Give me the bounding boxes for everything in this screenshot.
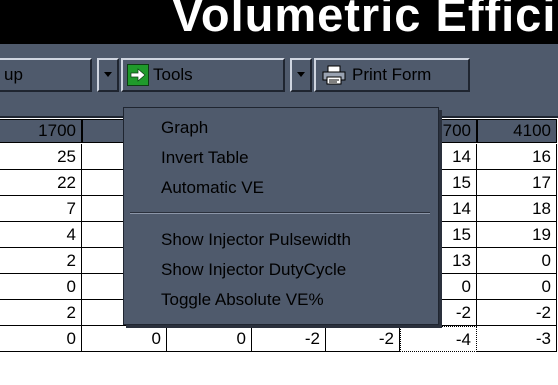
menu-item-invert-table[interactable]: Invert Table <box>161 148 249 168</box>
setup-button[interactable]: up <box>0 58 92 92</box>
table-cell[interactable]: -3 <box>477 326 557 352</box>
print-form-button-label: Print Form <box>352 65 432 84</box>
table-cell[interactable]: 22 <box>0 170 82 196</box>
table-cell[interactable]: 0 <box>167 326 252 352</box>
setup-dropdown-arrow[interactable] <box>97 58 119 92</box>
setup-button-label: up <box>4 65 23 84</box>
window-title: Volumetric Efficier <box>172 0 558 41</box>
tools-button-label: Tools <box>153 65 193 84</box>
table-cell[interactable]: -2 <box>477 300 557 326</box>
table-cell[interactable]: -2 <box>252 326 326 352</box>
table-cell[interactable]: 18 <box>477 196 557 222</box>
tools-dropdown-arrow[interactable] <box>290 58 312 92</box>
table-row: 0 0 0 -2 -2 -4 -3 <box>0 326 558 352</box>
toolbar: up Tools Print Form <box>0 44 558 116</box>
print-form-button[interactable]: Print Form <box>314 58 470 92</box>
tools-button[interactable]: Tools <box>121 58 285 92</box>
menu-item-show-injector-pulsewidth[interactable]: Show Injector Pulsewidth <box>161 230 351 250</box>
menu-item-graph[interactable]: Graph <box>161 118 208 138</box>
column-header[interactable]: 1700 <box>0 119 82 143</box>
table-cell-selected[interactable]: -4 <box>400 326 477 352</box>
table-cell[interactable]: 7 <box>0 196 82 222</box>
table-cell[interactable]: -2 <box>326 326 400 352</box>
table-cell[interactable]: 0 <box>0 274 82 300</box>
table-cell[interactable]: 0 <box>477 248 557 274</box>
table-cell[interactable]: 0 <box>0 326 82 352</box>
table-cell[interactable]: 17 <box>477 170 557 196</box>
table-cell[interactable]: 0 <box>82 326 167 352</box>
column-header[interactable]: 4100 <box>477 119 557 143</box>
table-cell[interactable]: 2 <box>0 300 82 326</box>
menu-separator <box>130 212 430 214</box>
printer-icon <box>322 65 346 85</box>
title-bar: Volumetric Efficier <box>0 0 558 44</box>
arrow-right-icon <box>127 64 149 86</box>
menu-item-show-injector-dutycycle[interactable]: Show Injector DutyCycle <box>161 260 346 280</box>
menu-item-toggle-absolute-ve[interactable]: Toggle Absolute VE% <box>161 290 324 310</box>
tools-menu: Graph Invert Table Automatic VE Show Inj… <box>123 107 439 325</box>
table-cell[interactable]: 16 <box>477 144 557 170</box>
table-cell[interactable]: 4 <box>0 222 82 248</box>
table-cell[interactable]: 25 <box>0 144 82 170</box>
table-cell[interactable]: 0 <box>477 274 557 300</box>
table-cell[interactable]: 2 <box>0 248 82 274</box>
table-cell[interactable]: 19 <box>477 222 557 248</box>
menu-item-automatic-ve[interactable]: Automatic VE <box>161 178 264 198</box>
